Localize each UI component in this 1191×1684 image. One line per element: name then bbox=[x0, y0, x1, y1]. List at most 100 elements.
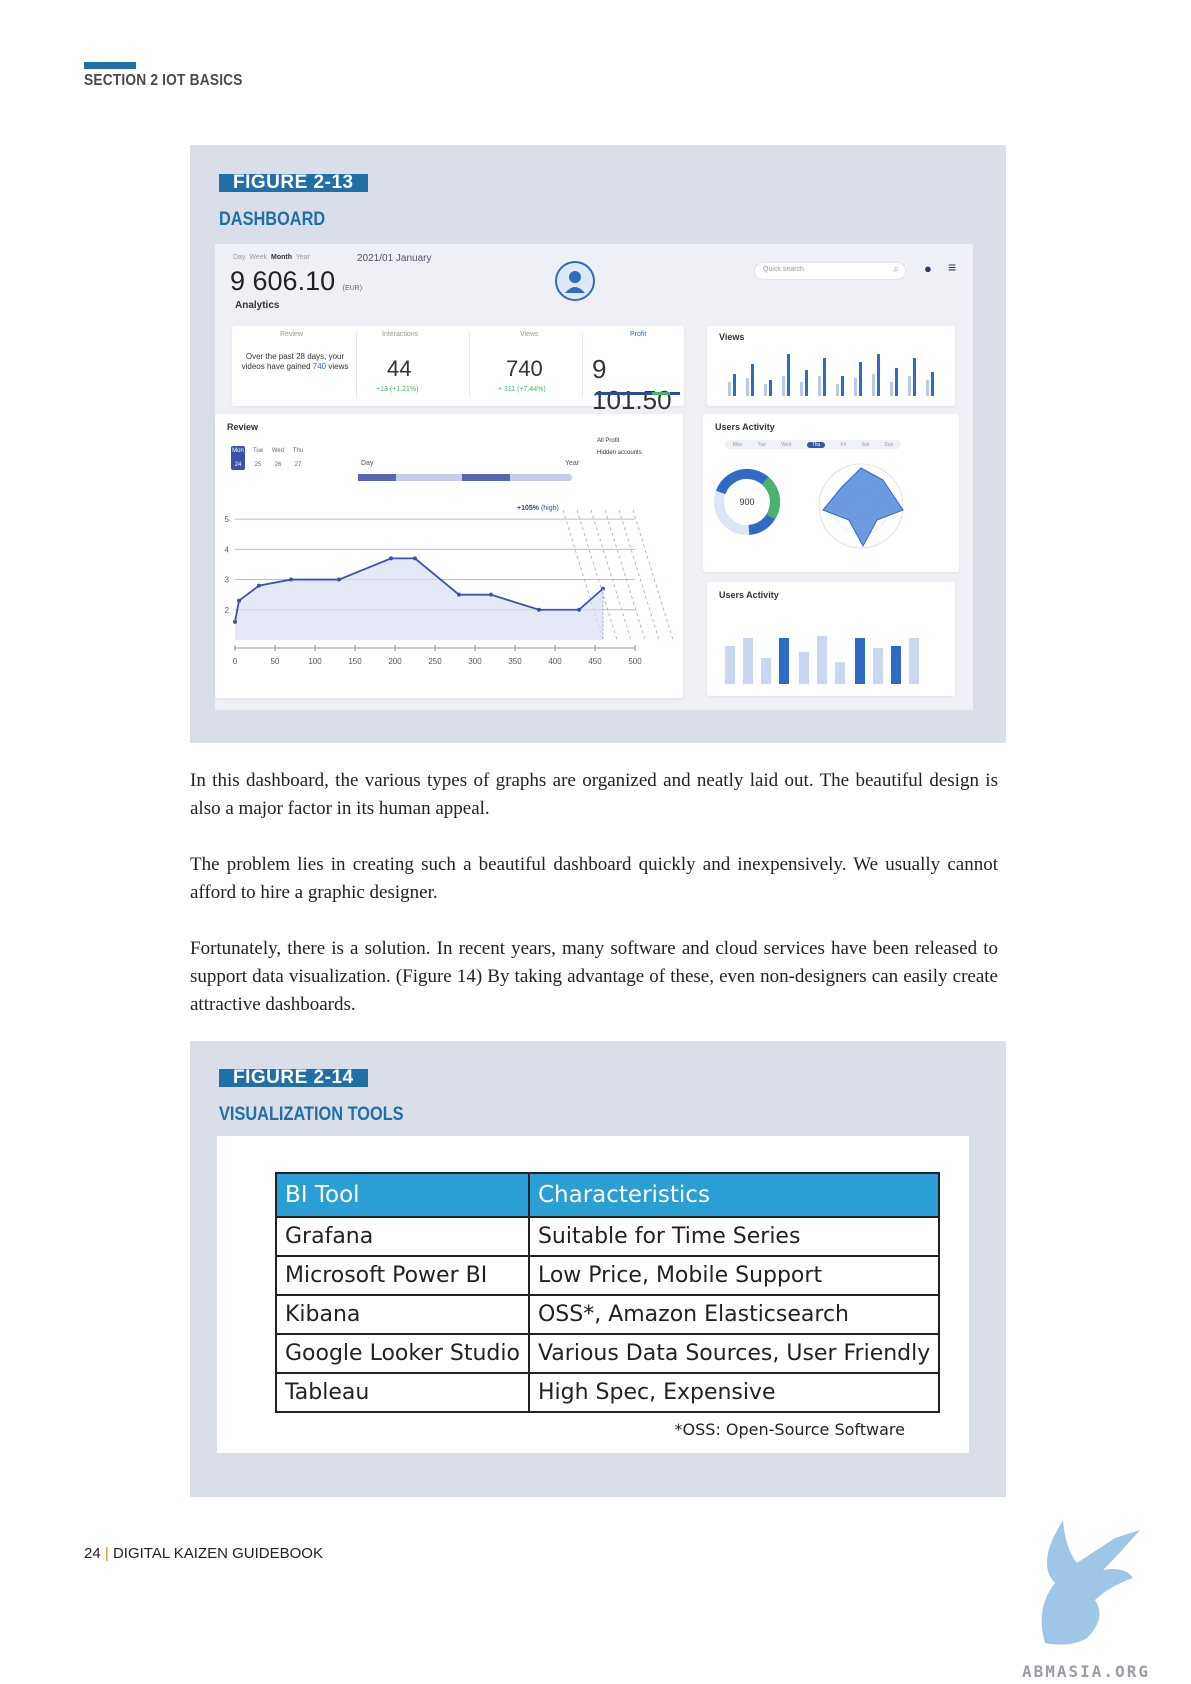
x-tick-label: 450 bbox=[588, 657, 602, 666]
day-wed[interactable]: Wed 26 bbox=[271, 446, 285, 470]
footer-title: DIGITAL KAIZEN GUIDEBOOK bbox=[112, 1545, 323, 1562]
profit-label: Profit bbox=[630, 331, 647, 338]
users-activity-card: Users Activity Mon Tue Wed Thu Fri Sat S… bbox=[703, 414, 959, 572]
figure-13-title: DASHBOARD bbox=[219, 209, 326, 230]
period-tabs: Day Week Month Year bbox=[233, 254, 310, 261]
activity-tab[interactable]: Sat bbox=[862, 442, 870, 448]
y-tick-label: 5 bbox=[225, 515, 230, 524]
table-row: Kibana OSS*, Amazon Elasticsearch bbox=[275, 1294, 941, 1335]
date-label: 24 bbox=[234, 462, 242, 468]
activity-tab[interactable]: Sun bbox=[884, 442, 893, 448]
table-footnote: *OSS: Open-Source Software bbox=[674, 1420, 905, 1439]
paragraph-3: Fortunately, there is a solution. In rec… bbox=[190, 938, 998, 1015]
day-thu[interactable]: Thu 27 bbox=[291, 446, 305, 470]
paragraph-1: In this dashboard, the various types of … bbox=[190, 770, 998, 819]
bell-icon[interactable]: ● bbox=[924, 261, 932, 276]
x-tick-label: 0 bbox=[233, 657, 238, 666]
footer-separator: | bbox=[104, 1545, 109, 1562]
dashboard-mockup: Day Week Month Year 2021/01 January 9 60… bbox=[215, 244, 973, 710]
views-bars bbox=[728, 354, 934, 396]
stats-card: Review Over the past 28 days, your video… bbox=[232, 326, 684, 415]
day-picker: Mon 24 Tue 25 Wed 26 Thu 27 bbox=[231, 446, 305, 470]
tool-characteristics: Low Price, Mobile Support bbox=[527, 1255, 941, 1296]
day-tue[interactable]: Tue 25 bbox=[251, 446, 265, 470]
tool-name: Kibana bbox=[275, 1294, 530, 1335]
abmasia-logo bbox=[1041, 1520, 1140, 1645]
table-header-row: BI Tool Characteristics bbox=[275, 1172, 941, 1218]
data-point bbox=[457, 592, 461, 597]
data-point bbox=[289, 577, 293, 582]
menu-icon[interactable]: ≡ bbox=[948, 259, 956, 275]
data-point bbox=[237, 598, 241, 603]
date-label: 2021/01 January bbox=[357, 253, 432, 264]
review-text-a: Over the past 28 days, your bbox=[245, 352, 345, 361]
activity-tab[interactable]: Mon bbox=[733, 442, 743, 448]
date-label: 26 bbox=[274, 462, 282, 468]
users-activity-title: Users Activity bbox=[715, 422, 775, 432]
activity-tab[interactable]: Tue bbox=[758, 442, 766, 448]
avatar[interactable] bbox=[555, 261, 595, 301]
search-icon: ⌕ bbox=[893, 264, 899, 275]
review-card-title: Review bbox=[227, 422, 259, 432]
date-label: 27 bbox=[294, 462, 302, 468]
activity-tab[interactable]: Fri bbox=[841, 442, 847, 448]
tab-day[interactable]: Day bbox=[233, 254, 245, 261]
x-tick-label: 150 bbox=[348, 657, 362, 666]
interactions-label: Interactions bbox=[382, 331, 419, 338]
page-number: 24 bbox=[84, 1545, 101, 1562]
interactions-value: 44 bbox=[387, 356, 412, 381]
search-input[interactable]: Quick search ⌕ bbox=[755, 263, 905, 279]
bi-tools-table: BI Tool Characteristics Grafana Suitable … bbox=[275, 1172, 941, 1413]
day-mon[interactable]: Mon 24 bbox=[231, 446, 245, 470]
paragraph-2: The problem lies in creating such a beau… bbox=[190, 854, 998, 903]
donut-chart: 900 bbox=[714, 469, 780, 535]
review-text-b: videos have gained bbox=[241, 362, 311, 371]
date-label: 25 bbox=[254, 462, 262, 468]
total-amount: 9 606.10 bbox=[230, 266, 336, 296]
tab-week[interactable]: Week bbox=[249, 254, 267, 261]
total-value: 9 606.10 (EUR) bbox=[230, 266, 362, 297]
section-accent-bar bbox=[84, 62, 136, 69]
data-point bbox=[413, 556, 417, 561]
watermark-text: ABMASIA.ORG bbox=[1022, 1662, 1150, 1681]
tab-year[interactable]: Year bbox=[296, 254, 310, 261]
user-icon bbox=[565, 271, 585, 293]
data-point bbox=[337, 577, 341, 582]
radar-chart bbox=[818, 463, 904, 549]
table-row: Tableau High Spec, Expensive bbox=[275, 1372, 941, 1413]
divider bbox=[356, 332, 357, 398]
figure-13-badge: FIGURE 2-13 bbox=[219, 173, 368, 192]
tab-month[interactable]: Month bbox=[271, 254, 292, 261]
x-tick-label: 100 bbox=[308, 657, 322, 666]
table-panel: BI Tool Characteristics Grafana Suitable … bbox=[217, 1136, 969, 1453]
x-tick-label: 250 bbox=[428, 657, 442, 666]
x-tick-label: 500 bbox=[628, 657, 642, 666]
review-stat-label: Review bbox=[280, 331, 303, 338]
review-line-chart: 23450 50 100 150 200 250 300 350 400 450 500 bbox=[225, 509, 674, 666]
activity-tab[interactable]: Thu bbox=[806, 441, 826, 448]
tool-characteristics: Various Data Sources, User Friendly bbox=[527, 1333, 941, 1374]
currency-label: (EUR) bbox=[342, 285, 363, 292]
x-tick-label: 50 bbox=[271, 657, 280, 666]
day-range-label: Day bbox=[361, 460, 374, 467]
y-tick-label: 4 bbox=[225, 545, 230, 554]
figure-14-title: VISUALIZATION TOOLS bbox=[219, 1104, 404, 1125]
divider bbox=[582, 332, 583, 398]
tool-name: Google Looker Studio bbox=[275, 1333, 530, 1374]
donut-value: 900 bbox=[739, 497, 754, 507]
figure-14-badge: FIGURE 2-14 bbox=[219, 1068, 368, 1087]
tool-name: Tableau bbox=[275, 1372, 530, 1413]
data-point bbox=[257, 583, 261, 588]
analytics-label: Analytics bbox=[235, 300, 280, 311]
range-slider[interactable] bbox=[358, 474, 572, 481]
review-text-num: 740 bbox=[312, 362, 327, 371]
views-card: Views bbox=[707, 326, 955, 406]
divider bbox=[469, 332, 470, 398]
activity-tab[interactable]: Wed bbox=[781, 442, 791, 448]
review-text-c: views bbox=[328, 362, 349, 371]
views-stat-value: 740 bbox=[506, 356, 543, 381]
data-point bbox=[537, 607, 541, 612]
day-label: Wed bbox=[271, 448, 285, 454]
all-profit-label: All Profit bbox=[597, 438, 620, 444]
users-activity-bars-title: Users Activity bbox=[719, 590, 779, 600]
